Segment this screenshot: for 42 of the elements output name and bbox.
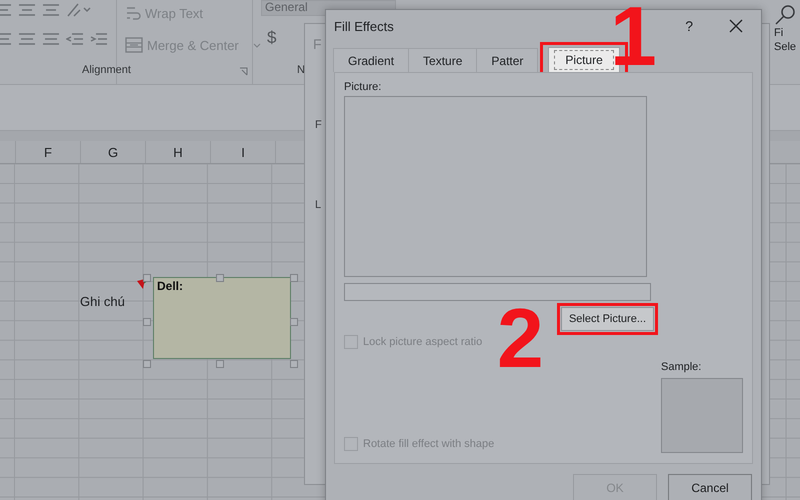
resize-handle[interactable] — [290, 274, 298, 282]
dialog-title: Fill Effects — [334, 18, 395, 34]
align-lines-icon[interactable] — [18, 3, 36, 17]
caret-icon — [252, 42, 261, 48]
cell-text: Ghi chú — [80, 294, 125, 309]
group-label: N — [297, 64, 305, 76]
increase-indent-icon[interactable] — [90, 32, 108, 46]
tab[interactable]: Patter — [476, 48, 538, 72]
resize-handle[interactable] — [290, 318, 298, 326]
column-header[interactable]: G — [81, 141, 146, 163]
align-lines-icon[interactable] — [18, 32, 36, 46]
resize-handle[interactable] — [143, 360, 151, 368]
sample-label: Sample: — [661, 361, 702, 373]
column-header[interactable]: I — [211, 141, 276, 163]
text-angle-icon[interactable] — [66, 2, 92, 18]
resize-handle[interactable] — [143, 318, 151, 326]
help-button[interactable]: ? — [685, 18, 693, 34]
cancel-button[interactable]: Cancel — [668, 474, 752, 500]
wrap-text-icon — [125, 5, 141, 21]
resize-handle[interactable] — [290, 360, 298, 368]
merge-cells-icon — [125, 37, 143, 53]
find-select-button[interactable]: Fi Sele — [774, 26, 796, 54]
decrease-indent-icon[interactable] — [66, 32, 84, 46]
resize-handle[interactable] — [216, 360, 224, 368]
tab[interactable]: Texture — [408, 48, 478, 72]
resize-handle[interactable] — [143, 274, 151, 282]
dialog-label: L — [315, 199, 322, 211]
align-lines-icon[interactable] — [42, 32, 60, 46]
close-icon[interactable] — [729, 19, 743, 33]
field-label: Picture: — [344, 81, 382, 93]
search-icon[interactable] — [774, 4, 796, 26]
comment-box[interactable]: Dell: — [153, 277, 291, 359]
resize-handle[interactable] — [216, 274, 224, 282]
column-header[interactable]: H — [146, 141, 211, 163]
select-picture-button[interactable]: Select Picture... — [561, 307, 654, 331]
tab[interactable]: Gradient — [333, 48, 410, 72]
step-number: 2 — [497, 296, 544, 380]
dialog-label: F — [315, 119, 322, 131]
column-header[interactable]: F — [16, 141, 81, 163]
align-lines-icon[interactable] — [42, 3, 60, 17]
dialog-launcher-icon[interactable] — [239, 67, 248, 76]
group-label: Alignment — [82, 64, 131, 76]
